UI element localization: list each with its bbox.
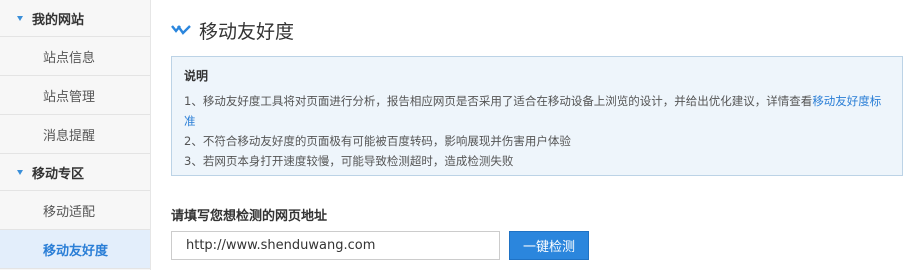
info-line-2: 2、不符合移动友好度的页面极有可能被百度转码，影响展现并伤害用户体验 xyxy=(184,134,571,148)
title-row: 移动友好度 xyxy=(171,16,294,44)
page-title: 移动友好度 xyxy=(199,20,295,43)
double-chevron-down-icon xyxy=(171,25,191,35)
caret-down-icon xyxy=(17,169,23,175)
sidebar-item-site-info[interactable]: 站点信息 xyxy=(0,37,150,76)
info-line-1-text: 1、移动友好度工具将对页面进行分析，报告相应网页是否采用了适合在移动设备上浏览的… xyxy=(184,94,813,108)
sidebar-item-mobile-adaptation[interactable]: 移动适配 xyxy=(0,191,150,230)
sidebar: 我的网站 站点信息 站点管理 消息提醒 移动专区 移动适配 移动友好度 xyxy=(0,0,151,270)
sidebar-group-mobile-zone[interactable]: 移动专区 xyxy=(0,154,150,191)
sidebar-group-label: 移动专区 xyxy=(32,166,85,182)
info-title: 说明 xyxy=(184,69,209,83)
sidebar-item-site-management[interactable]: 站点管理 xyxy=(0,76,150,115)
info-box: 说明 1、移动友好度工具将对页面进行分析，报告相应网页是否采用了适合在移动设备上… xyxy=(171,56,903,176)
url-input[interactable] xyxy=(171,231,500,260)
info-line-3: 3、若网页本身打开速度较慢，可能导致检测超时，造成检测失败 xyxy=(184,154,514,168)
sidebar-group-label: 我的网站 xyxy=(32,12,85,28)
sidebar-group-my-site[interactable]: 我的网站 xyxy=(0,0,150,37)
url-input-label: 请填写您想检测的网页地址 xyxy=(171,209,328,224)
caret-down-icon xyxy=(17,15,23,21)
sidebar-item-message-alerts[interactable]: 消息提醒 xyxy=(0,115,150,154)
sidebar-item-mobile-friendliness[interactable]: 移动友好度 xyxy=(0,230,150,269)
main-content: 移动友好度 说明 1、移动友好度工具将对页面进行分析，报告相应网页是否采用了适合… xyxy=(152,0,914,270)
info-line-1: 1、移动友好度工具将对页面进行分析，报告相应网页是否采用了适合在移动设备上浏览的… xyxy=(184,91,890,131)
one-click-check-button[interactable]: 一键检测 xyxy=(509,231,589,260)
